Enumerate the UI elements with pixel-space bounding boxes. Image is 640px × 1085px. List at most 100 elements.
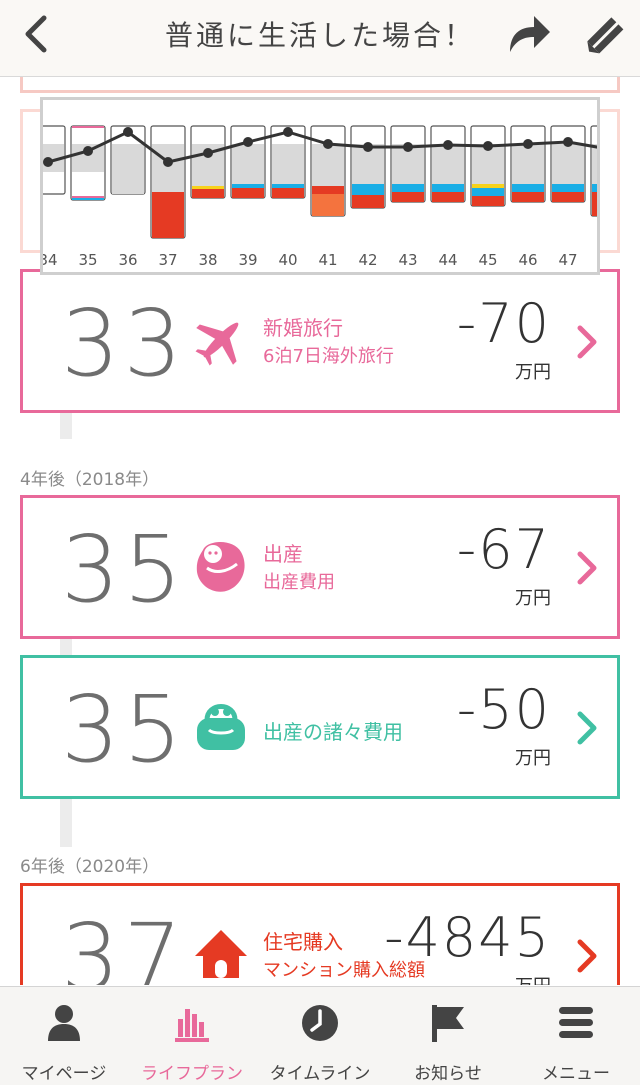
section-label: 6年後（2020年） xyxy=(20,857,160,877)
event-unit: 万円 xyxy=(515,588,551,609)
chart-tick-label: 45 xyxy=(478,251,497,269)
event-card-childbirth-misc[interactable]: 35 出産の諸々費用 -50 万円 xyxy=(20,655,620,799)
chart-bar-segment xyxy=(312,144,344,186)
chart-tick-label: 43 xyxy=(398,251,417,269)
chart-bar-segment xyxy=(472,188,504,196)
chart-bar-segment xyxy=(312,186,344,194)
chart-bar-segment xyxy=(272,144,304,184)
chevron-right-icon[interactable] xyxy=(575,548,599,588)
tab-bar: マイページ ライフプラン タイムライン お知らせ メニュー xyxy=(0,986,640,1085)
previous-card-edge xyxy=(20,77,620,93)
chart-bar-segment xyxy=(552,184,584,192)
edit-pencil-icon[interactable] xyxy=(582,12,628,58)
event-unit: 万円 xyxy=(515,748,551,769)
life-plan-timeline[interactable]: 34 35 36 37 38 39 40 41 42 43 44 45 46 47 33 新婚旅行 6泊7… xyxy=(0,77,640,985)
chart-bar-segment xyxy=(112,144,144,194)
cashflow-point xyxy=(43,157,53,167)
chart-bar-segment xyxy=(72,126,104,128)
event-unit: 万円 xyxy=(515,362,551,383)
chart-tick-label: 47 xyxy=(558,251,577,269)
clock-icon xyxy=(302,1005,338,1041)
chart-bar-segment xyxy=(552,192,584,202)
chevron-right-icon[interactable] xyxy=(575,708,599,748)
cashflow-point xyxy=(443,140,453,150)
chart-bar-segment xyxy=(352,195,384,208)
person-icon xyxy=(48,1005,80,1041)
chart-bar-segment xyxy=(272,188,304,198)
chevron-right-icon[interactable] xyxy=(575,322,599,362)
event-card-childbirth[interactable]: 35 出産 出産費用 -67 万円 xyxy=(20,495,620,639)
chart-tick-label: 38 xyxy=(198,251,217,269)
chart-tick-label: 44 xyxy=(438,251,457,269)
tab-timeline[interactable]: タイムライン xyxy=(256,987,384,1085)
chart-tick-label: 46 xyxy=(518,251,537,269)
chart-bar-segment xyxy=(192,189,224,198)
tab-label: ライフプラン xyxy=(141,1064,243,1084)
chart-tick-label: 37 xyxy=(158,251,177,269)
cashflow-point xyxy=(163,157,173,167)
cashflow-point xyxy=(563,137,573,147)
event-subtitle: 6泊7日海外旅行 xyxy=(263,346,394,367)
cashflow-point xyxy=(363,142,373,152)
event-card-honeymoon[interactable]: 33 新婚旅行 6泊7日海外旅行 -70 万円 xyxy=(20,269,620,413)
cashflow-point xyxy=(83,146,93,156)
event-amount: -50 xyxy=(456,678,551,741)
tab-lifeplan[interactable]: ライフプラン xyxy=(128,987,256,1085)
chart-bar-segment xyxy=(232,184,264,188)
share-arrow-icon[interactable] xyxy=(506,12,552,56)
chart-bar-segment xyxy=(432,192,464,202)
cashflow-mini-chart[interactable]: 34 35 36 37 38 39 40 41 42 43 44 45 46 47 xyxy=(40,97,600,275)
chart-bar-segment xyxy=(152,192,184,238)
cashflow-point xyxy=(203,148,213,158)
chart-bar-segment xyxy=(392,192,424,202)
tab-label: メニュー xyxy=(542,1064,610,1084)
chart-bar-segment xyxy=(72,196,104,198)
menu-icon xyxy=(559,1007,593,1038)
chart-bar-segment xyxy=(192,186,224,189)
chart-bar-segment xyxy=(592,192,597,216)
event-title: 出産の諸々費用 xyxy=(263,720,403,744)
house-icon xyxy=(195,930,247,978)
chart-bar-segment xyxy=(512,144,544,184)
chart-tick-label: 39 xyxy=(238,251,257,269)
chart-tick-label: 41 xyxy=(318,251,337,269)
chart-bar-segment xyxy=(552,144,584,184)
chart-bar-segment xyxy=(392,184,424,192)
chart-tick-label: 40 xyxy=(278,251,297,269)
tab-notifications[interactable]: お知らせ xyxy=(384,987,512,1085)
chart-bar-segment xyxy=(512,184,544,192)
event-title: 新婚旅行 xyxy=(263,316,343,340)
baby-icon xyxy=(196,542,245,592)
chart-bar-segment xyxy=(232,144,264,184)
event-amount: -4845 xyxy=(384,906,551,969)
cashflow-point xyxy=(403,142,413,152)
chart-bar-segment xyxy=(472,184,504,188)
chart-bar-segment xyxy=(432,184,464,192)
chart-bar-segment xyxy=(592,184,597,192)
chart-bar-segment xyxy=(512,192,544,202)
cashflow-point xyxy=(283,127,293,137)
chart-bar-segment xyxy=(152,144,184,192)
tab-mypage[interactable]: マイページ xyxy=(0,987,128,1085)
event-age: 33 xyxy=(61,290,187,397)
purse-icon xyxy=(197,704,245,750)
chart-bar-segment xyxy=(232,188,264,198)
event-amount: -70 xyxy=(456,292,551,355)
chart-tick-label: 34 xyxy=(43,251,58,269)
chart-tick-label: 42 xyxy=(358,251,377,269)
cashflow-point xyxy=(523,139,533,149)
event-card-home-purchase[interactable]: 37 住宅購入 マンション購入総額 -4845 万円 xyxy=(20,883,620,985)
event-amount: -67 xyxy=(456,518,551,581)
chevron-right-icon[interactable] xyxy=(575,936,599,976)
tab-menu[interactable]: メニュー xyxy=(512,987,640,1085)
tab-label: タイムライン xyxy=(269,1064,371,1084)
chart-bar-segment xyxy=(352,184,384,195)
event-title: 住宅購入 xyxy=(263,930,343,954)
cashflow-point xyxy=(483,141,493,151)
flag-icon xyxy=(432,1005,464,1042)
event-unit: 万円 xyxy=(515,972,551,985)
event-age: 35 xyxy=(61,516,187,623)
chart-bar-segment xyxy=(472,196,504,206)
chart-bar-segment xyxy=(272,184,304,188)
event-age: 35 xyxy=(61,676,187,783)
